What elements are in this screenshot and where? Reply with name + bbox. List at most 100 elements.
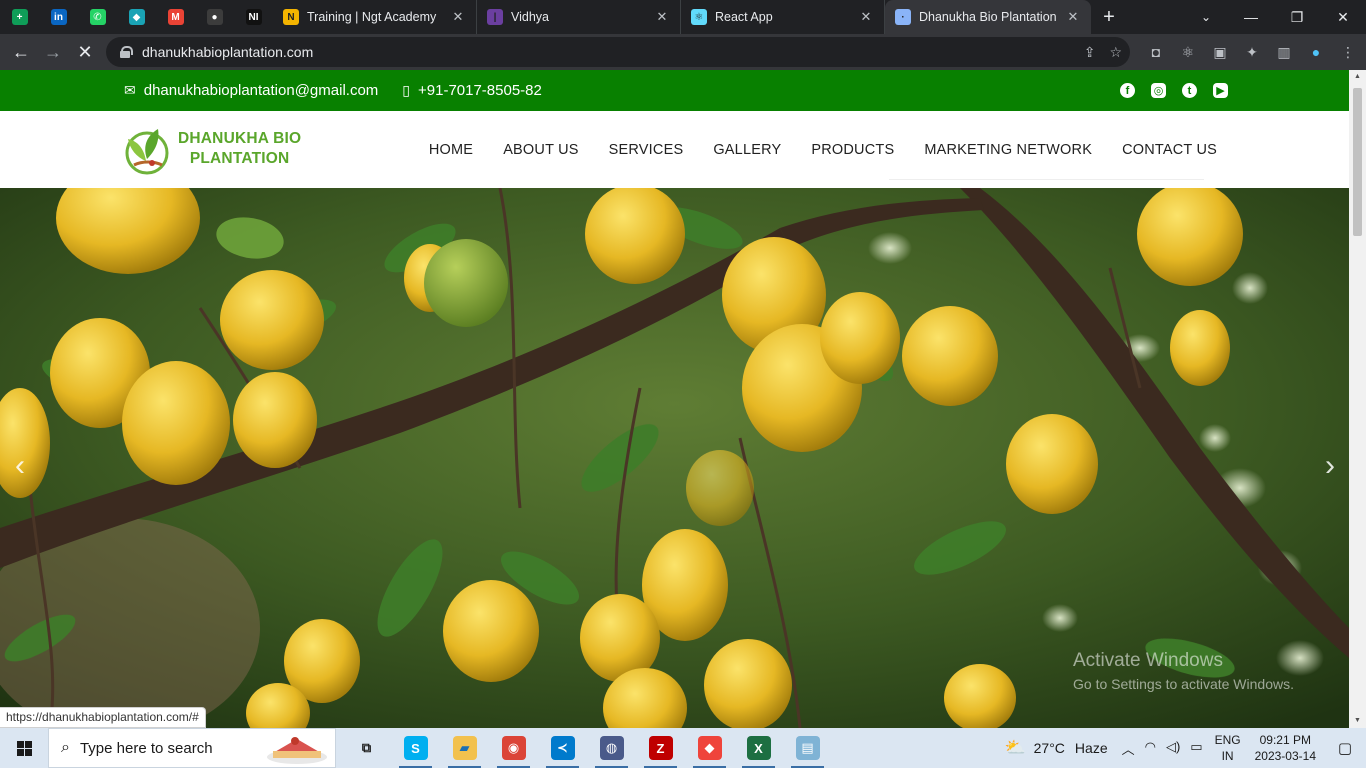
forward-button[interactable]: → xyxy=(37,36,69,68)
phone-text[interactable]: +91-7017-8505-82 xyxy=(418,82,542,99)
nav-about-us[interactable]: ABOUT US xyxy=(503,142,578,158)
tab-title: React App xyxy=(715,10,773,24)
nav-marketing-network[interactable]: MARKETING NETWORK xyxy=(924,142,1092,158)
nav-products[interactable]: PRODUCTS xyxy=(811,142,894,158)
carousel-next-chevron-icon[interactable]: › xyxy=(1315,446,1345,486)
email-contact[interactable]: ✉ dhanukhabioplantation@gmail.com xyxy=(124,82,378,99)
extensions-puzzle-icon[interactable]: ✦ xyxy=(1236,34,1268,70)
scroll-up-arrow-icon[interactable]: ▲ xyxy=(1349,70,1366,84)
taskbar-app-notepad[interactable]: ▤ xyxy=(783,728,832,768)
stop-loading-button[interactable]: ✕ xyxy=(69,36,101,68)
minimize-button[interactable]: — xyxy=(1228,0,1274,34)
pinned-tab[interactable]: NI xyxy=(234,0,273,34)
close-tab-icon[interactable]: ✕ xyxy=(654,9,670,25)
share-icon[interactable]: ⇪ xyxy=(1084,44,1096,61)
close-window-button[interactable]: ✕ xyxy=(1320,0,1366,34)
youtube-icon[interactable]: ▶ xyxy=(1213,83,1228,98)
window-controls: — ❐ ✕ xyxy=(1228,0,1366,34)
weather-widget[interactable]: ⛅ 27°C Haze xyxy=(1004,738,1107,758)
new-tab-button[interactable]: + xyxy=(1091,6,1127,29)
taskbar-app-skype[interactable]: S xyxy=(391,728,440,768)
address-url[interactable]: dhanukhabioplantation.com xyxy=(142,44,313,60)
gmail-icon: M xyxy=(167,9,184,25)
close-tab-icon[interactable]: ✕ xyxy=(858,9,874,25)
lock-icon xyxy=(120,46,133,58)
scroll-down-arrow-icon[interactable]: ▼ xyxy=(1349,714,1366,728)
taskbar-search-placeholder: Type here to search xyxy=(79,739,213,757)
instagram-icon[interactable]: ◎ xyxy=(1151,83,1166,98)
taskbar-app-excel[interactable]: X xyxy=(734,728,783,768)
back-button[interactable]: ← xyxy=(5,36,37,68)
show-hidden-icons-chevron-icon[interactable]: ︿ xyxy=(1122,739,1135,758)
browser-tab[interactable]: | Vidhya ✕ xyxy=(477,0,681,34)
wifi-icon[interactable]: ◠ xyxy=(1145,739,1156,758)
facebook-icon[interactable]: f xyxy=(1120,83,1135,98)
nav-gallery[interactable]: GALLERY xyxy=(713,142,781,158)
taskbar-app-task-view[interactable]: ⧉ xyxy=(342,728,391,768)
pinned-tab[interactable]: ✆ xyxy=(78,0,117,34)
brand-line-2: PLANTATION xyxy=(189,150,290,167)
browser-tab[interactable]: · Dhanukha Bio Plantation ✕ xyxy=(885,0,1091,34)
taskbar-app-filezilla[interactable]: Z xyxy=(636,728,685,768)
tray-icons: ︿ ◠ ◁) ▭ xyxy=(1122,739,1203,758)
excel-icon: X xyxy=(746,736,771,760)
nav-home[interactable]: HOME xyxy=(429,142,473,158)
nav-services[interactable]: SERVICES xyxy=(609,142,684,158)
side-panel-icon[interactable]: ▥ xyxy=(1268,34,1300,70)
profile-drop-icon[interactable]: ● xyxy=(1300,34,1332,70)
screenshot-extension-icon[interactable]: ◘ xyxy=(1140,34,1172,70)
language-code: ENG xyxy=(1214,733,1241,747)
input-language[interactable]: ENG IN xyxy=(1215,732,1241,764)
taskbar-app-vscode[interactable]: ≺ xyxy=(538,728,587,768)
restore-button[interactable]: ❐ xyxy=(1274,0,1320,34)
phone-contact[interactable]: ▯ +91-7017-8505-82 xyxy=(402,82,542,99)
browser-toolbar: ← → ✕ dhanukhabioplantation.com ⇪ ☆ ◘ ⚛ … xyxy=(0,34,1366,70)
bookmark-star-icon[interactable]: ☆ xyxy=(1109,44,1122,61)
region-code: IN xyxy=(1221,749,1234,763)
nav-contact-us[interactable]: CONTACT US xyxy=(1122,142,1217,158)
pinned-tab[interactable]: in xyxy=(39,0,78,34)
email-text[interactable]: dhanukhabioplantation@gmail.com xyxy=(144,82,379,99)
scrollbar-thumb[interactable] xyxy=(1353,88,1362,236)
tab-search-chevron-icon[interactable]: ⌄ xyxy=(1192,0,1220,34)
react-devtools-icon[interactable]: ⚛ xyxy=(1172,34,1204,70)
pinned-tab[interactable]: M xyxy=(156,0,195,34)
volume-icon[interactable]: ◁) xyxy=(1166,739,1180,758)
page-scrollbar[interactable]: ▲ ▼ xyxy=(1349,70,1366,728)
notes-extension-icon[interactable]: ▣ xyxy=(1204,34,1236,70)
close-tab-icon[interactable]: ✕ xyxy=(1065,9,1081,25)
vscode-icon: ≺ xyxy=(550,736,575,760)
link-status-bubble: https://dhanukhabioplantation.com/# xyxy=(0,707,206,728)
activate-windows-title: Activate Windows xyxy=(1073,650,1223,671)
linkedin-icon: in xyxy=(50,9,67,25)
taskbar-search-box[interactable]: ⌕ Type here to search xyxy=(48,728,336,768)
pinned-tab[interactable]: ◆ xyxy=(117,0,156,34)
haze-weather-icon: ⛅ xyxy=(1004,738,1026,757)
browser-tab[interactable]: N Training | Ngt Academy ✕ xyxy=(273,0,477,34)
pinned-tab[interactable]: + xyxy=(0,0,39,34)
taskbar-app-chrome[interactable]: ◉ xyxy=(489,728,538,768)
taskbar-app-file-explorer[interactable]: ▰ xyxy=(440,728,489,768)
lemon-tree-hero-image xyxy=(0,188,1349,728)
main-navigation: HOME ABOUT US SERVICES GALLERY PRODUCTS MARKE… xyxy=(429,111,1217,188)
battery-icon[interactable]: ▭ xyxy=(1190,739,1202,758)
browser-tab[interactable]: ⚛ React App ✕ xyxy=(681,0,885,34)
twitter-icon[interactable]: t xyxy=(1182,83,1197,98)
start-button[interactable] xyxy=(0,728,48,768)
vidhya-icon: | xyxy=(487,9,503,25)
weather-description: Haze xyxy=(1074,740,1108,756)
notification-center-icon[interactable]: ▢ xyxy=(1330,739,1360,757)
address-bar[interactable]: dhanukhabioplantation.com ⇪ ☆ xyxy=(106,37,1130,67)
pinned-tab[interactable]: ● xyxy=(195,0,234,34)
close-tab-icon[interactable]: ✕ xyxy=(450,9,466,25)
taskbar-app-media-player[interactable]: ◍ xyxy=(587,728,636,768)
site-logo[interactable]: DHANUKHA BIO PLANTATION xyxy=(122,123,301,175)
weather-temperature: 27°C xyxy=(1033,740,1065,756)
chrome-menu-icon[interactable]: ⋮ xyxy=(1332,34,1364,70)
carousel-prev-chevron-icon[interactable]: ‹ xyxy=(5,446,35,486)
pinned-tabs: + in ✆ ◆ M ● NI xyxy=(0,0,273,34)
taskbar-app-anydesk[interactable]: ◆ xyxy=(685,728,734,768)
system-clock[interactable]: 09:21 PM 2023-03-14 xyxy=(1255,732,1316,764)
search-icon: ⌕ xyxy=(61,739,70,756)
search-highlight-pie-icon xyxy=(267,737,327,764)
